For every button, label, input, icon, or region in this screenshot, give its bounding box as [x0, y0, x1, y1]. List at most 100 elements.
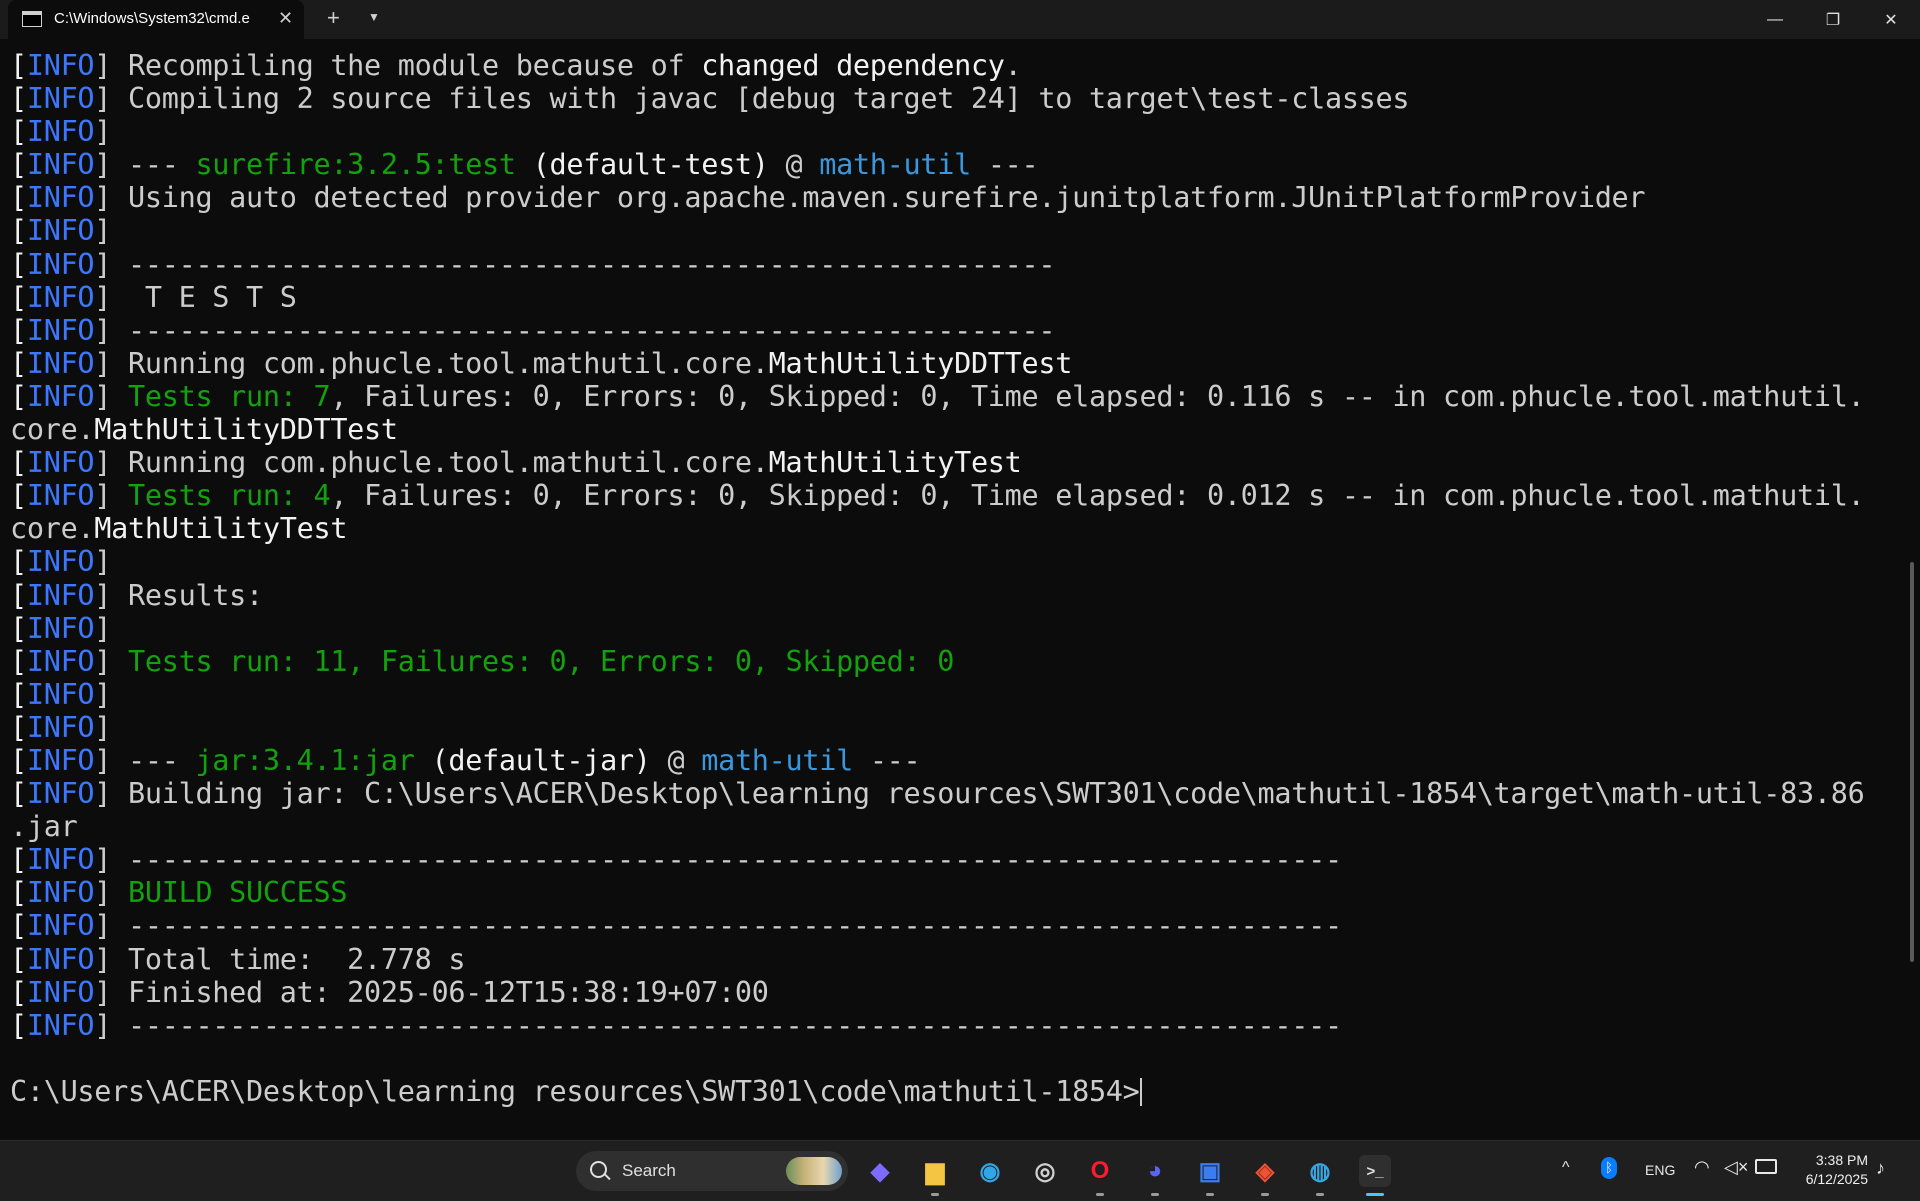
minimize-button[interactable]: —	[1747, 0, 1803, 39]
terminal-text: [	[10, 644, 27, 678]
terminal-line: [INFO] ---------------------------------…	[10, 248, 1890, 281]
taskbar-search-box[interactable]: Search	[576, 1151, 848, 1191]
terminal-line: [INFO] Tests run: 7, Failures: 0, Errors…	[10, 380, 1890, 413]
opera-icon[interactable]: O	[1084, 1155, 1116, 1196]
terminal-text: , Failures: 0, Errors: 0, Skipped: 0, Ti…	[330, 379, 1865, 413]
globe-icon[interactable]: ◍	[1304, 1155, 1336, 1196]
battery-icon[interactable]	[1755, 1159, 1777, 1174]
terminal-text: INFO	[26, 975, 95, 1009]
terminal-line: [INFO] ---------------------------------…	[10, 909, 1890, 942]
terminal-text: Tests run: 7	[128, 379, 331, 413]
terminal-text: ]	[94, 677, 112, 711]
terminal-text: INFO	[26, 49, 95, 82]
terminal-text: [	[10, 379, 27, 413]
file-explorer-icon-glyph: ▆	[925, 1157, 945, 1185]
terminal-text: [	[10, 313, 27, 347]
terminal-text: @	[650, 743, 702, 777]
terminal-text: [	[10, 1008, 27, 1042]
clock-date: 6/12/2025	[1805, 1171, 1868, 1187]
terminal-text: INFO	[26, 115, 95, 149]
notification-bell-icon[interactable]: ♪	[1876, 1158, 1885, 1179]
git-icon[interactable]: ◈	[1249, 1155, 1281, 1196]
text-cursor	[1139, 1077, 1142, 1106]
terminal-text: [	[10, 280, 27, 314]
terminal-line: [INFO] Running com.phucle.tool.mathutil.…	[10, 446, 1890, 479]
terminal-text: INFO	[26, 346, 95, 380]
terminal-text: Tests run: 4	[128, 479, 331, 513]
terminal-icon[interactable]: >_	[1359, 1155, 1391, 1196]
terminal-line: .jar	[10, 810, 1890, 843]
show-hidden-icons-chevron-icon[interactable]: ^	[1562, 1159, 1570, 1177]
windows-start-icon[interactable]	[528, 1156, 559, 1187]
terminal-text: ] Running com.phucle.tool.mathutil.core.	[94, 446, 769, 480]
clock-time: 3:38 PM	[1815, 1152, 1868, 1168]
maximize-button[interactable]: ❐	[1805, 0, 1861, 39]
terminal-text: math-util	[701, 743, 853, 777]
terminal-text: [	[10, 214, 27, 248]
tab-cmd[interactable]: C:\Windows\System32\cmd.e ✕	[8, 0, 304, 39]
terminal-text: BUILD SUCCESS	[128, 876, 348, 910]
terminal-text: INFO	[26, 1008, 95, 1042]
tab-close-icon[interactable]: ✕	[278, 8, 293, 28]
terminal-text: core.	[10, 413, 95, 447]
discord-icon[interactable]: ◕	[1139, 1155, 1171, 1196]
terminal-text: [	[10, 578, 27, 612]
terminal-text: [	[10, 446, 27, 480]
terminal-line: [INFO] Total time: 2.778 s	[10, 943, 1890, 976]
terminal-text: INFO	[26, 379, 95, 413]
bluetooth-icon[interactable]: ᛒ	[1601, 1157, 1617, 1179]
edge-icon[interactable]: ◉	[974, 1155, 1006, 1187]
terminal-text: ] Running com.phucle.tool.mathutil.core.	[94, 346, 769, 380]
search-label: Search	[622, 1161, 676, 1180]
terminal-text: INFO	[26, 479, 95, 513]
terminal-line: [INFO] ---------------------------------…	[10, 843, 1890, 876]
terminal-text: [	[10, 777, 27, 811]
terminal-text: [	[10, 909, 27, 943]
terminal-text: INFO	[26, 446, 95, 480]
terminal-line: [INFO] Recompiling the module because of…	[10, 49, 1890, 82]
tab-dropdown-button[interactable]: ▼	[368, 10, 380, 24]
terminal-text: [	[10, 115, 27, 149]
running-indicator	[1261, 1193, 1269, 1196]
file-explorer-icon[interactable]: ▆	[919, 1155, 951, 1196]
running-indicator	[1316, 1193, 1324, 1196]
terminal-text: .jar	[10, 810, 78, 844]
new-tab-button[interactable]: +	[327, 6, 340, 30]
terminal-text: INFO	[26, 644, 95, 678]
terminal-text: INFO	[26, 181, 95, 215]
copilot-icon[interactable]: ◆	[864, 1155, 896, 1187]
obs-icon-glyph: ◎	[1034, 1157, 1056, 1185]
terminal-text: ] Results:	[94, 578, 263, 612]
obs-icon[interactable]: ◎	[1029, 1155, 1061, 1187]
terminal-line: [INFO] Running com.phucle.tool.mathutil.…	[10, 347, 1890, 380]
terminal-text: [	[10, 148, 27, 182]
terminal-line: core.MathUtilityDDTTest	[10, 413, 1890, 446]
terminal-line: [INFO]	[10, 678, 1890, 711]
terminal-line: [INFO]	[10, 115, 1890, 148]
terminal-line: [INFO] Building jar: C:\Users\ACER\Deskt…	[10, 777, 1890, 810]
terminal-text: [	[10, 49, 27, 82]
terminal-text: ] --------------------------------------…	[94, 909, 1342, 943]
terminal-output[interactable]: [INFO] Recompiling the module because of…	[10, 49, 1890, 1129]
close-window-button[interactable]: ✕	[1863, 0, 1919, 39]
terminal-line: [INFO] Tests run: 11, Failures: 0, Error…	[10, 645, 1890, 678]
system-clock[interactable]: 3:38 PM 6/12/2025	[1790, 1151, 1868, 1189]
terminal-text: ] --------------------------------------…	[94, 247, 1056, 281]
git-icon-glyph: ◈	[1255, 1157, 1275, 1185]
terminal-text: jar:3.4.1:jar	[195, 743, 415, 777]
terminal-line: [INFO] ---------------------------------…	[10, 314, 1890, 347]
terminal-text: INFO	[26, 578, 95, 612]
terminal-text: INFO	[26, 843, 95, 877]
volume-muted-icon[interactable]: ◁×	[1724, 1157, 1748, 1178]
terminal-text: ---	[970, 148, 1039, 182]
terminal-text: INFO	[26, 743, 95, 777]
running-indicator	[1206, 1193, 1214, 1196]
terminal-text: [	[10, 843, 27, 877]
terminal-scrollbar[interactable]	[1910, 562, 1914, 962]
terminal-text: ]	[94, 479, 129, 513]
copilot-icon-glyph: ◆	[870, 1157, 890, 1185]
wifi-icon[interactable]: ◠	[1694, 1157, 1710, 1178]
intellij-icon[interactable]: ▣	[1194, 1155, 1226, 1196]
terminal-text: surefire:3.2.5:test	[195, 148, 516, 182]
input-language-indicator[interactable]: ENG	[1645, 1162, 1675, 1178]
